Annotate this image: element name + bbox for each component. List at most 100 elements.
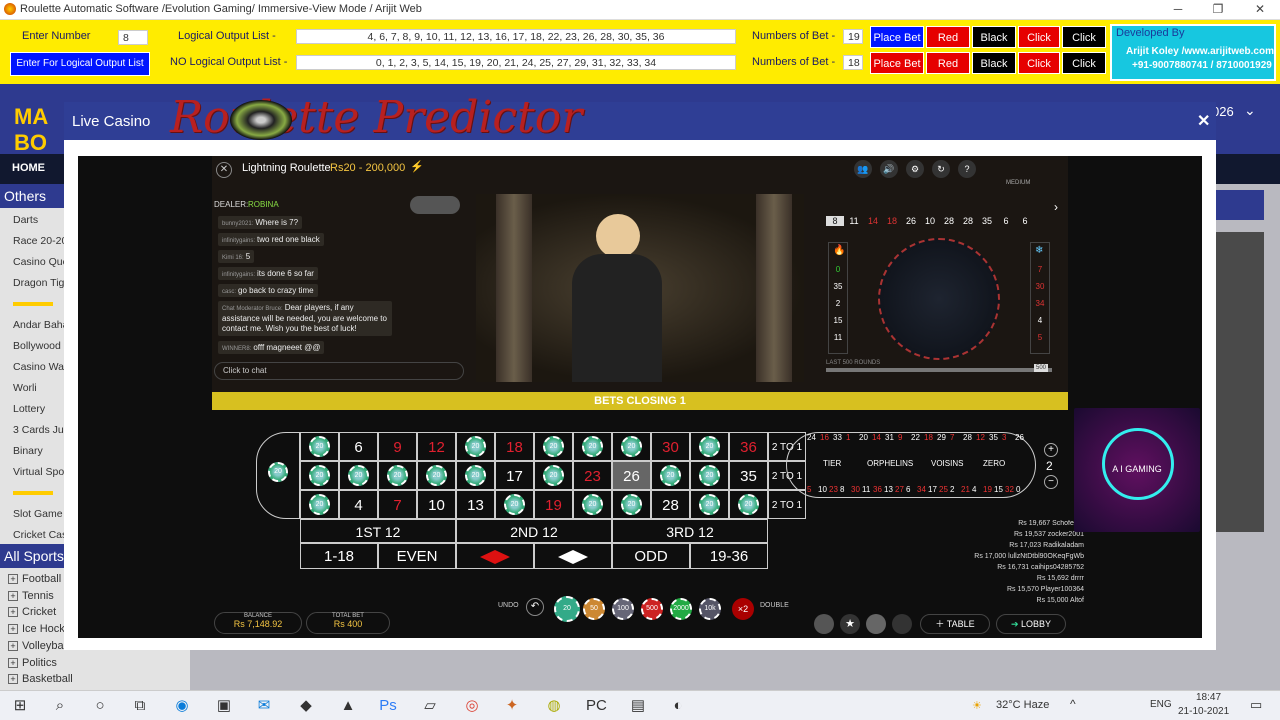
click-button-black-1[interactable]: Click — [1062, 26, 1106, 48]
clock-date[interactable]: 21-10-2021 — [1178, 706, 1229, 717]
sport-item[interactable]: + Basketball — [8, 673, 73, 685]
race-number[interactable]: 1 — [846, 433, 850, 442]
place-bet-button-1[interactable]: Place Bet — [870, 26, 924, 48]
number-cell[interactable]: 19 — [534, 490, 573, 519]
race-number[interactable]: 24 — [807, 433, 816, 442]
cortana-icon[interactable]: ○ — [90, 696, 110, 716]
outside-bet-cell[interactable]: 1-18 — [300, 543, 378, 569]
race-number[interactable]: 35 — [989, 433, 998, 442]
chrome-icon[interactable]: ◎ — [462, 696, 482, 716]
app-icon-3[interactable]: ▱ — [420, 696, 440, 716]
race-number[interactable]: 30 — [851, 485, 860, 494]
race-number[interactable]: 26 — [1015, 433, 1024, 442]
race-number[interactable]: 9 — [898, 433, 902, 442]
race-number[interactable]: 7 — [950, 433, 954, 442]
race-section[interactable]: TIER — [823, 459, 841, 468]
enter-number-input[interactable]: 8 — [118, 30, 148, 45]
dozen-cell[interactable]: 1ST 12 — [300, 519, 456, 543]
number-cell[interactable]: 20 — [690, 490, 729, 519]
red-button-2[interactable]: Red — [926, 52, 970, 74]
plus-icon[interactable]: + — [1044, 443, 1058, 457]
clock-time[interactable]: 18:47 — [1196, 692, 1221, 703]
number-cell[interactable]: 20 — [456, 461, 495, 490]
minus-icon[interactable]: − — [1044, 475, 1058, 489]
race-number[interactable]: 33 — [833, 433, 842, 442]
race-number[interactable]: 29 — [937, 433, 946, 442]
number-cell[interactable]: 20 — [573, 490, 612, 519]
close-button[interactable]: ✕ — [1250, 2, 1270, 16]
number-cell[interactable]: 20 — [495, 490, 534, 519]
chip-50[interactable]: 50 — [583, 598, 605, 620]
outside-bet-cell[interactable] — [534, 543, 612, 569]
sidebar-item[interactable]: Slot Game — [13, 508, 63, 520]
number-cell[interactable]: 17 — [495, 461, 534, 490]
number-cell[interactable]: 6 — [339, 432, 378, 461]
click-button-red-2[interactable]: Click — [1018, 52, 1060, 74]
sport-item[interactable]: + Politics — [8, 657, 57, 669]
number-cell[interactable]: 20 — [417, 461, 456, 490]
app-icon-7[interactable]: ◐ — [668, 696, 688, 716]
chip-2000[interactable]: 2000 — [670, 598, 692, 620]
number-cell[interactable]: 20 — [690, 461, 729, 490]
click-button-black-2[interactable]: Click — [1062, 52, 1106, 74]
chip-100[interactable]: 100 — [612, 598, 634, 620]
race-number[interactable]: 36 — [873, 485, 882, 494]
number-cell[interactable]: 20 — [729, 490, 768, 519]
notification-icon[interactable]: ▭ — [1250, 697, 1262, 713]
history-icon[interactable]: ↻ — [932, 160, 950, 178]
number-cell[interactable]: 30 — [651, 432, 690, 461]
sport-item[interactable]: + Cricket — [8, 606, 56, 618]
dozen-cell[interactable]: 2ND 12 — [456, 519, 612, 543]
number-cell[interactable]: 20 — [300, 490, 339, 519]
app-icon-2[interactable]: ▲ — [338, 696, 358, 716]
race-number[interactable]: 14 — [872, 433, 881, 442]
race-section[interactable]: ORPHELINS — [867, 459, 913, 468]
settings-icon[interactable]: ⚙ — [906, 160, 924, 178]
race-number[interactable]: 22 — [911, 433, 920, 442]
sidebar-item[interactable] — [13, 302, 53, 306]
number-cell[interactable]: 20 — [612, 432, 651, 461]
race-section[interactable]: ZERO — [983, 459, 1005, 468]
race-number[interactable]: 3 — [1002, 433, 1006, 442]
number-cell[interactable]: 20 — [456, 432, 495, 461]
rounds-slider[interactable] — [826, 368, 1052, 372]
race-number[interactable]: 16 — [820, 433, 829, 442]
race-number[interactable]: 21 — [961, 485, 970, 494]
app-icon-4[interactable]: ✦ — [502, 696, 522, 716]
black-button-1[interactable]: Black — [972, 26, 1016, 48]
sidebar-item[interactable]: Darts — [13, 214, 38, 226]
expand-plus-icon[interactable]: + — [8, 574, 18, 584]
number-cell[interactable]: 10 — [417, 490, 456, 519]
outside-bet-cell[interactable]: EVEN — [378, 543, 456, 569]
nav-home[interactable]: HOME — [12, 162, 45, 174]
minimize-button[interactable]: ─ — [1168, 2, 1188, 16]
store-icon[interactable]: ▣ — [214, 696, 234, 716]
sidebar-item[interactable]: Race 20-20 — [13, 235, 67, 247]
sport-item[interactable]: + Tennis — [8, 590, 54, 602]
number-cell[interactable]: 36 — [729, 432, 768, 461]
number-cell[interactable]: 18 — [495, 432, 534, 461]
number-cell[interactable]: 26 — [612, 461, 651, 490]
enter-logical-output-button[interactable]: Enter For Logical Output List — [10, 52, 150, 76]
race-number[interactable]: 6 — [906, 485, 910, 494]
undo-icon[interactable]: ↶ — [526, 598, 544, 616]
race-number[interactable]: 15 — [994, 485, 1003, 494]
search-icon[interactable]: ⌕ — [50, 696, 70, 716]
app-icon-5[interactable]: ◍ — [544, 696, 564, 716]
modal-close-icon[interactable]: ✕ — [1197, 111, 1210, 131]
double-icon[interactable]: ×2 — [732, 598, 754, 620]
race-number[interactable]: 32 — [1005, 485, 1014, 494]
number-cell[interactable]: 20 — [300, 461, 339, 490]
number-cell[interactable]: 4 — [339, 490, 378, 519]
help-icon[interactable]: ? — [958, 160, 976, 178]
chevron-right-icon[interactable]: › — [1054, 200, 1058, 214]
chip-500[interactable]: 500 — [641, 598, 663, 620]
race-number[interactable]: 13 — [884, 485, 893, 494]
race-number[interactable]: 2 — [950, 485, 954, 494]
table-button[interactable]: ＋ TABLE — [920, 614, 990, 634]
number-cell[interactable]: 20 — [690, 432, 729, 461]
sound-icon[interactable]: 🔊 — [880, 160, 898, 178]
expand-plus-icon[interactable]: + — [8, 590, 18, 601]
weather-text[interactable]: 32°C Haze — [996, 699, 1049, 711]
number-cell[interactable]: 9 — [378, 432, 417, 461]
